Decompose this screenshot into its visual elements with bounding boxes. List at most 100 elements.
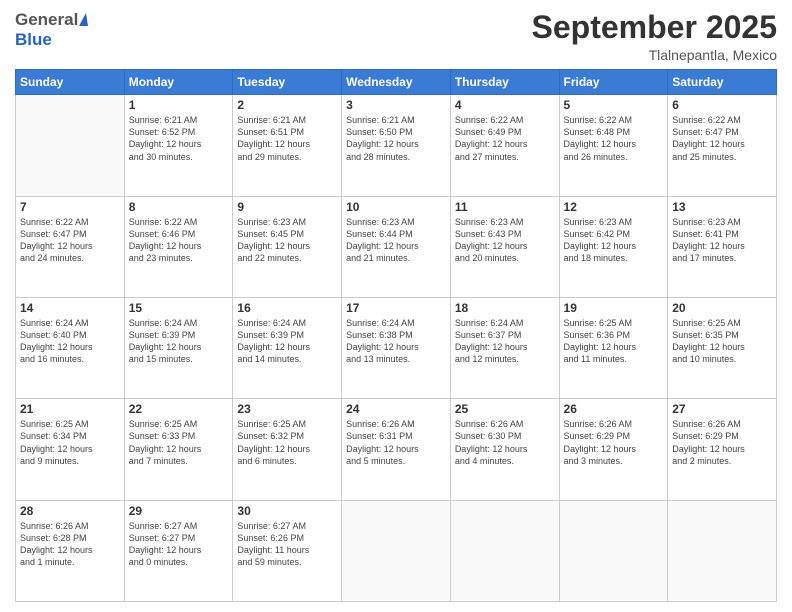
day-number: 22 bbox=[129, 402, 229, 416]
cell-info: Sunrise: 6:26 AMSunset: 6:29 PMDaylight:… bbox=[564, 418, 664, 467]
calendar-cell bbox=[559, 500, 668, 601]
cell-info: Sunrise: 6:23 AMSunset: 6:44 PMDaylight:… bbox=[346, 216, 446, 265]
calendar-cell: 25 Sunrise: 6:26 AMSunset: 6:30 PMDayligh… bbox=[450, 399, 559, 500]
calendar-week-row: 1 Sunrise: 6:21 AMSunset: 6:52 PMDaylight… bbox=[16, 95, 777, 196]
calendar-cell bbox=[342, 500, 451, 601]
day-number: 26 bbox=[564, 402, 664, 416]
calendar-cell: 15Sunrise: 6:24 AMSunset: 6:39 PMDayligh… bbox=[124, 297, 233, 398]
day-number: 18 bbox=[455, 301, 555, 315]
cell-info: Sunrise: 6:23 AMSunset: 6:43 PMDaylight:… bbox=[455, 216, 555, 265]
day-number: 15 bbox=[129, 301, 229, 315]
day-number: 20 bbox=[672, 301, 772, 315]
day-number: 17 bbox=[346, 301, 446, 315]
cell-info: Sunrise: 6:25 AMSunset: 6:34 PMDaylight:… bbox=[20, 418, 120, 467]
day-number: 6 bbox=[672, 98, 772, 112]
day-number: 3 bbox=[346, 98, 446, 112]
cell-info: Sunrise: 6:21 AMSunset: 6:50 PMDaylight:… bbox=[346, 114, 446, 163]
calendar-cell: 13Sunrise: 6:23 AMSunset: 6:41 PMDayligh… bbox=[668, 196, 777, 297]
col-header-wednesday: Wednesday bbox=[342, 70, 451, 95]
calendar-cell: 8 Sunrise: 6:22 AMSunset: 6:46 PMDaylight… bbox=[124, 196, 233, 297]
header: General Blue September 2025 Tlalnepantla… bbox=[15, 10, 777, 63]
cell-info: Sunrise: 6:22 AMSunset: 6:47 PMDaylight:… bbox=[672, 114, 772, 163]
calendar-cell bbox=[16, 95, 125, 196]
calendar-cell: 23 Sunrise: 6:25 AMSunset: 6:32 PMDayligh… bbox=[233, 399, 342, 500]
calendar-cell: 4Sunrise: 6:22 AMSunset: 6:49 PMDaylight… bbox=[450, 95, 559, 196]
calendar-cell: 30Sunrise: 6:27 AMSunset: 6:26 PMDayligh… bbox=[233, 500, 342, 601]
calendar-cell: 20 Sunrise: 6:25 AMSunset: 6:35 PMDayligh… bbox=[668, 297, 777, 398]
calendar-cell: 7 Sunrise: 6:22 AMSunset: 6:47 PMDaylight… bbox=[16, 196, 125, 297]
calendar-cell: 19 Sunrise: 6:25 AMSunset: 6:36 PMDayligh… bbox=[559, 297, 668, 398]
cell-info: Sunrise: 6:25 AMSunset: 6:32 PMDaylight:… bbox=[237, 418, 337, 467]
day-number: 13 bbox=[672, 200, 772, 214]
calendar-cell: 1 Sunrise: 6:21 AMSunset: 6:52 PMDaylight… bbox=[124, 95, 233, 196]
day-number: 2 bbox=[237, 98, 337, 112]
calendar-cell: 24 Sunrise: 6:26 AMSunset: 6:31 PMDayligh… bbox=[342, 399, 451, 500]
day-number: 14 bbox=[20, 301, 120, 315]
month-title: September 2025 bbox=[532, 10, 777, 45]
col-header-tuesday: Tuesday bbox=[233, 70, 342, 95]
cell-info: Sunrise: 6:26 AMSunset: 6:31 PMDaylight:… bbox=[346, 418, 446, 467]
col-header-saturday: Saturday bbox=[668, 70, 777, 95]
calendar-cell: 10 Sunrise: 6:23 AMSunset: 6:44 PMDayligh… bbox=[342, 196, 451, 297]
day-number: 1 bbox=[129, 98, 229, 112]
cell-info: Sunrise: 6:26 AMSunset: 6:29 PMDaylight:… bbox=[672, 418, 772, 467]
cell-info: Sunrise: 6:27 AMSunset: 6:27 PMDaylight:… bbox=[129, 520, 229, 569]
logo-triangle-icon bbox=[79, 13, 88, 26]
day-number: 8 bbox=[129, 200, 229, 214]
calendar-week-row: 7 Sunrise: 6:22 AMSunset: 6:47 PMDaylight… bbox=[16, 196, 777, 297]
page: General Blue September 2025 Tlalnepantla… bbox=[0, 0, 792, 612]
cell-info: Sunrise: 6:25 AMSunset: 6:33 PMDaylight:… bbox=[129, 418, 229, 467]
cell-info: Sunrise: 6:24 AMSunset: 6:38 PMDaylight:… bbox=[346, 317, 446, 366]
calendar-cell: 3 Sunrise: 6:21 AMSunset: 6:50 PMDaylight… bbox=[342, 95, 451, 196]
location: Tlalnepantla, Mexico bbox=[532, 47, 777, 63]
calendar-cell bbox=[450, 500, 559, 601]
day-number: 25 bbox=[455, 402, 555, 416]
cell-info: Sunrise: 6:26 AMSunset: 6:30 PMDaylight:… bbox=[455, 418, 555, 467]
calendar-cell: 18 Sunrise: 6:24 AMSunset: 6:37 PMDayligh… bbox=[450, 297, 559, 398]
calendar-cell: 27 Sunrise: 6:26 AMSunset: 6:29 PMDayligh… bbox=[668, 399, 777, 500]
cell-info: Sunrise: 6:22 AMSunset: 6:47 PMDaylight:… bbox=[20, 216, 120, 265]
cell-info: Sunrise: 6:21 AMSunset: 6:52 PMDaylight:… bbox=[129, 114, 229, 163]
logo: General Blue bbox=[15, 10, 88, 50]
col-header-thursday: Thursday bbox=[450, 70, 559, 95]
calendar-cell: 9 Sunrise: 6:23 AMSunset: 6:45 PMDaylight… bbox=[233, 196, 342, 297]
logo-general-text: General bbox=[15, 10, 78, 30]
day-number: 5 bbox=[564, 98, 664, 112]
calendar-week-row: 28Sunrise: 6:26 AMSunset: 6:28 PMDayligh… bbox=[16, 500, 777, 601]
cell-info: Sunrise: 6:23 AMSunset: 6:45 PMDaylight:… bbox=[237, 216, 337, 265]
calendar-cell: 21 Sunrise: 6:25 AMSunset: 6:34 PMDayligh… bbox=[16, 399, 125, 500]
day-number: 12 bbox=[564, 200, 664, 214]
cell-info: Sunrise: 6:22 AMSunset: 6:48 PMDaylight:… bbox=[564, 114, 664, 163]
calendar-cell: 5 Sunrise: 6:22 AMSunset: 6:48 PMDaylight… bbox=[559, 95, 668, 196]
day-number: 11 bbox=[455, 200, 555, 214]
day-number: 7 bbox=[20, 200, 120, 214]
calendar-cell: 29Sunrise: 6:27 AMSunset: 6:27 PMDayligh… bbox=[124, 500, 233, 601]
calendar-cell: 22 Sunrise: 6:25 AMSunset: 6:33 PMDayligh… bbox=[124, 399, 233, 500]
calendar-cell: 6 Sunrise: 6:22 AMSunset: 6:47 PMDaylight… bbox=[668, 95, 777, 196]
day-number: 9 bbox=[237, 200, 337, 214]
logo-blue-text: Blue bbox=[15, 30, 52, 50]
day-number: 24 bbox=[346, 402, 446, 416]
day-number: 10 bbox=[346, 200, 446, 214]
cell-info: Sunrise: 6:27 AMSunset: 6:26 PMDaylight:… bbox=[237, 520, 337, 569]
col-header-friday: Friday bbox=[559, 70, 668, 95]
title-block: September 2025 Tlalnepantla, Mexico bbox=[532, 10, 777, 63]
calendar-cell bbox=[668, 500, 777, 601]
col-header-monday: Monday bbox=[124, 70, 233, 95]
calendar-header-row: SundayMondayTuesdayWednesdayThursdayFrid… bbox=[16, 70, 777, 95]
cell-info: Sunrise: 6:24 AMSunset: 6:37 PMDaylight:… bbox=[455, 317, 555, 366]
cell-info: Sunrise: 6:25 AMSunset: 6:36 PMDaylight:… bbox=[564, 317, 664, 366]
calendar-week-row: 21 Sunrise: 6:25 AMSunset: 6:34 PMDayligh… bbox=[16, 399, 777, 500]
calendar-cell: 17 Sunrise: 6:24 AMSunset: 6:38 PMDayligh… bbox=[342, 297, 451, 398]
day-number: 28 bbox=[20, 504, 120, 518]
day-number: 19 bbox=[564, 301, 664, 315]
day-number: 27 bbox=[672, 402, 772, 416]
calendar-cell: 14Sunrise: 6:24 AMSunset: 6:40 PMDayligh… bbox=[16, 297, 125, 398]
cell-info: Sunrise: 6:21 AMSunset: 6:51 PMDaylight:… bbox=[237, 114, 337, 163]
day-number: 23 bbox=[237, 402, 337, 416]
day-number: 21 bbox=[20, 402, 120, 416]
cell-info: Sunrise: 6:22 AMSunset: 6:46 PMDaylight:… bbox=[129, 216, 229, 265]
cell-info: Sunrise: 6:24 AMSunset: 6:39 PMDaylight:… bbox=[237, 317, 337, 366]
cell-info: Sunrise: 6:25 AMSunset: 6:35 PMDaylight:… bbox=[672, 317, 772, 366]
calendar-cell: 28Sunrise: 6:26 AMSunset: 6:28 PMDayligh… bbox=[16, 500, 125, 601]
